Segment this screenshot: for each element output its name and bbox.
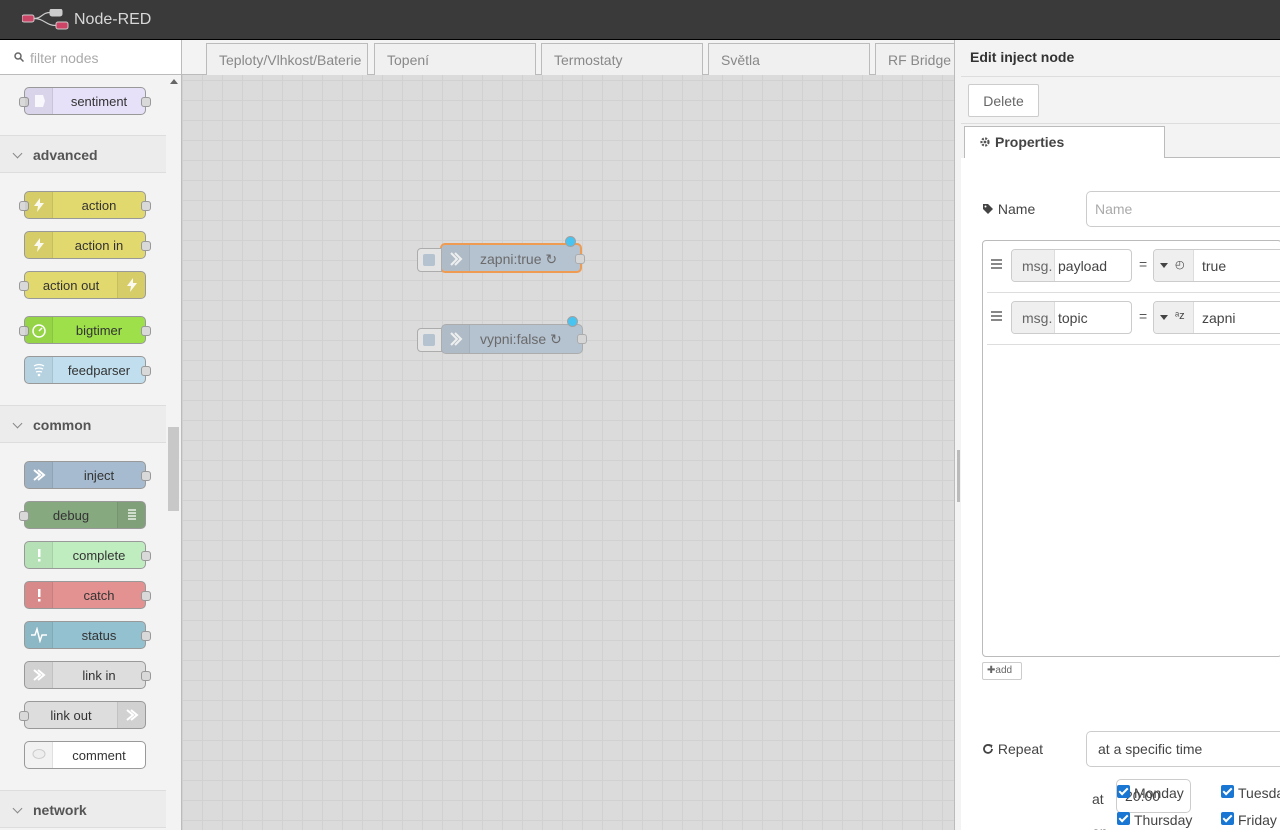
feed-icon bbox=[25, 357, 53, 383]
tab-svetla[interactable]: Světla bbox=[708, 43, 870, 75]
drag-handle-icon[interactable] bbox=[991, 259, 1002, 269]
tab-properties[interactable]: Properties bbox=[964, 126, 1165, 158]
node-red-logo-icon bbox=[22, 9, 69, 30]
sentiment-icon bbox=[25, 88, 53, 114]
monday-label: Monday bbox=[1134, 785, 1184, 801]
checkbox-thursday[interactable] bbox=[1117, 812, 1130, 825]
editor-shade bbox=[182, 75, 954, 830]
palette-search bbox=[0, 40, 181, 75]
property-list: msg. payload = ◴ true msg. topic = ᵃz za… bbox=[982, 240, 1280, 657]
workspace-tabs: Teploty/Vlhkost/Baterie Topení Termostat… bbox=[182, 40, 954, 75]
debug-list-icon bbox=[117, 502, 145, 528]
chevron-down-icon bbox=[12, 803, 23, 814]
app-title: Node-RED bbox=[74, 11, 152, 28]
property-value-input[interactable]: ◴ true bbox=[1153, 249, 1280, 282]
alert-icon bbox=[25, 582, 53, 608]
tab-teploty[interactable]: Teploty/Vlhkost/Baterie bbox=[206, 43, 368, 75]
type-select[interactable]: ◴ bbox=[1154, 250, 1194, 281]
category-advanced-header[interactable]: advanced bbox=[0, 135, 166, 173]
drag-handle-icon[interactable] bbox=[991, 311, 1002, 321]
sidebar-splitter[interactable] bbox=[954, 40, 961, 830]
palette-node-bigtimer[interactable]: bigtimer bbox=[19, 316, 151, 344]
type-select[interactable]: ᵃz bbox=[1154, 302, 1194, 333]
palette-node-action-out[interactable]: action out bbox=[19, 271, 146, 299]
property-key-input[interactable]: msg. payload bbox=[1011, 249, 1132, 282]
repeat-icon bbox=[983, 744, 993, 754]
tuesday-label: Tuesday bbox=[1238, 785, 1280, 801]
chevron-down-icon bbox=[12, 418, 23, 429]
property-row: msg. topic = ᵃz zapni bbox=[987, 293, 1280, 345]
search-icon bbox=[14, 52, 24, 62]
checkbox-monday[interactable] bbox=[1117, 785, 1130, 798]
palette-search-input[interactable] bbox=[28, 47, 173, 69]
caret-down-icon bbox=[1160, 263, 1168, 268]
palette-node-catch[interactable]: catch bbox=[24, 581, 151, 609]
checkbox-tuesday[interactable] bbox=[1221, 785, 1234, 798]
comment-icon bbox=[25, 742, 53, 768]
bolt-icon bbox=[25, 232, 53, 258]
palette-node-complete[interactable]: complete bbox=[24, 541, 151, 569]
palette-node-status[interactable]: status bbox=[24, 621, 151, 649]
on-label: on bbox=[1092, 824, 1108, 830]
palette-node-comment[interactable]: comment bbox=[24, 741, 146, 769]
tray-toolbar: Delete bbox=[961, 76, 1280, 124]
thursday-label: Thursday bbox=[1134, 812, 1193, 828]
string-type-icon: ᵃz bbox=[1175, 310, 1185, 322]
delete-button[interactable]: Delete bbox=[968, 84, 1039, 117]
boolean-type-icon: ◴ bbox=[1175, 259, 1185, 271]
palette-node-sentiment[interactable]: sentiment bbox=[19, 87, 151, 115]
name-input[interactable]: Name bbox=[1086, 191, 1280, 227]
repeat-label: Repeat bbox=[982, 741, 1043, 757]
category-common-header[interactable]: common bbox=[0, 405, 166, 443]
caret-down-icon bbox=[1160, 315, 1168, 320]
tab-termostaty[interactable]: Termostaty bbox=[541, 43, 703, 75]
tab-rf-bridge[interactable]: RF Bridge bbox=[875, 43, 954, 75]
palette-node-link-in[interactable]: link in bbox=[24, 661, 151, 689]
bolt-icon bbox=[117, 272, 145, 298]
property-row: msg. payload = ◴ true bbox=[987, 241, 1280, 293]
timer-icon bbox=[25, 317, 53, 343]
splitter-grip[interactable] bbox=[957, 450, 960, 502]
scroll-up-icon[interactable] bbox=[170, 79, 178, 84]
chevron-down-icon bbox=[12, 148, 23, 159]
palette-node-action-in[interactable]: action in bbox=[24, 231, 151, 259]
palette-node-link-out[interactable]: link out bbox=[19, 701, 146, 729]
gear-icon bbox=[980, 137, 990, 147]
add-property-button[interactable]: ✚add bbox=[982, 662, 1022, 680]
flow-workspace[interactable]: Teploty/Vlhkost/Baterie Topení Termostat… bbox=[182, 40, 954, 830]
category-network-header[interactable]: network bbox=[0, 790, 166, 828]
name-label: Name bbox=[982, 201, 1035, 217]
property-value-input[interactable]: ᵃz zapni bbox=[1153, 301, 1280, 334]
alert-icon bbox=[25, 542, 53, 568]
pulse-icon bbox=[25, 622, 53, 648]
property-key-input[interactable]: msg. topic bbox=[1011, 301, 1132, 334]
link-out-icon bbox=[117, 702, 145, 728]
properties-panel: Name Name msg. payload = ◴ true msg. top… bbox=[961, 158, 1280, 830]
checkbox-friday[interactable] bbox=[1221, 812, 1234, 825]
tray-title: Edit inject node bbox=[970, 49, 1075, 65]
palette-node-inject[interactable]: inject bbox=[24, 461, 151, 489]
edit-tray: Edit inject node Delete Properties Name … bbox=[961, 40, 1280, 830]
palette-node-debug[interactable]: debug bbox=[19, 501, 146, 529]
repeat-select[interactable]: at a specific time bbox=[1086, 731, 1280, 767]
tab-topeni[interactable]: Topení bbox=[374, 43, 536, 75]
inject-arrow-icon bbox=[25, 462, 53, 488]
palette-scrollbar[interactable] bbox=[168, 75, 180, 830]
node-palette: sentiment advanced action action in acti… bbox=[0, 40, 182, 830]
at-label: at bbox=[1092, 791, 1104, 807]
friday-label: Friday bbox=[1238, 812, 1277, 828]
link-in-icon bbox=[25, 662, 53, 688]
palette-node-feedparser[interactable]: feedparser bbox=[24, 356, 151, 384]
header-bar: Node-RED bbox=[0, 0, 1280, 40]
palette-node-action[interactable]: action bbox=[19, 191, 151, 219]
bolt-icon bbox=[25, 192, 53, 218]
tag-icon bbox=[983, 204, 993, 214]
scrollbar-thumb[interactable] bbox=[168, 427, 179, 511]
